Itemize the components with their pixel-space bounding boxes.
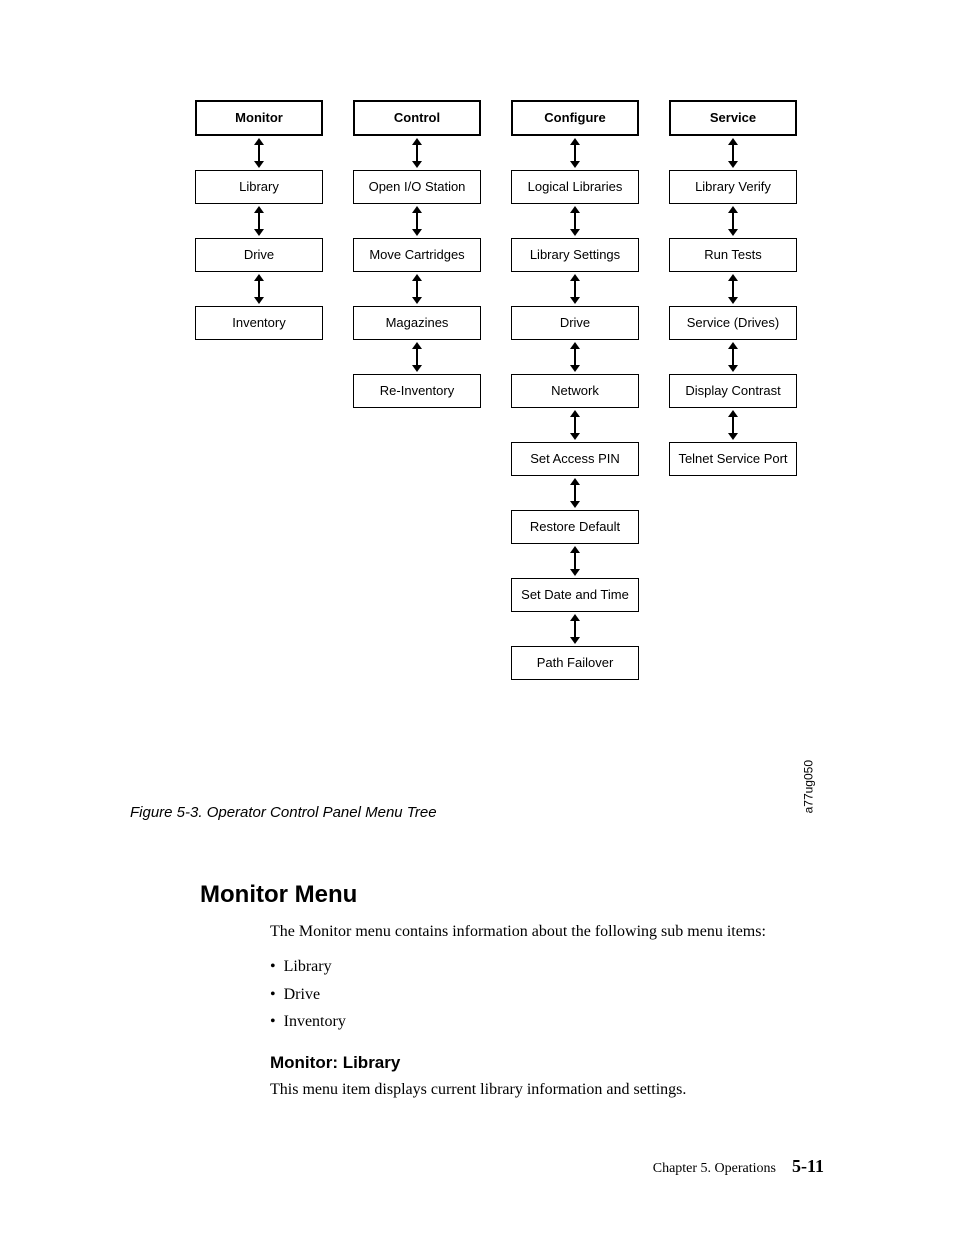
menu-header-box: Configure [511,100,639,136]
bullet-text: Drive [284,986,320,1003]
menu-item-box: Drive [511,306,639,340]
menu-header-box: Service [669,100,797,136]
bullet-dot-icon: • [270,958,276,975]
bullet-item: • Drive [270,981,804,1008]
menu-item-box: Open I/O Station [353,170,481,204]
subsection-paragraph: This menu item displays current library … [270,1079,804,1101]
menu-header-box: Control [353,100,481,136]
section-heading: Monitor Menu [200,881,804,909]
menu-column: Monitor Library Drive Inventory [195,100,323,340]
connector-double-arrow [728,138,738,168]
page-footer: Chapter 5. Operations 5-11 [653,1156,824,1177]
connector-double-arrow [570,614,580,644]
footer-page-number: 5-11 [792,1156,824,1177]
menu-column: Configure Logical Libraries Library Settin… [511,100,639,680]
menu-item-box: Display Contrast [669,374,797,408]
menu-item-box: Set Access PIN [511,442,639,476]
menu-item-box: Logical Libraries [511,170,639,204]
bullet-item: • Inventory [270,1008,804,1035]
menu-item-box: Re-Inventory [353,374,481,408]
menu-item-box: Path Failover [511,646,639,680]
connector-double-arrow [570,274,580,304]
intro-paragraph: The Monitor menu contains information ab… [270,921,804,943]
connector-double-arrow [728,274,738,304]
bullet-dot-icon: • [270,986,276,1003]
menu-item-box: Service (Drives) [669,306,797,340]
menu-column: Service Library Verify Run Tests Service (D… [669,100,797,476]
connector-double-arrow [570,342,580,372]
menu-item-box: Restore Default [511,510,639,544]
menu-column: Control Open I/O Station Move Cartridges Ma… [353,100,481,408]
connector-double-arrow [570,478,580,508]
menu-item-box: Library [195,170,323,204]
connector-double-arrow [570,138,580,168]
menu-item-box: Magazines [353,306,481,340]
menu-item-box: Library Settings [511,238,639,272]
figure-reference-code: a77ug050 [801,760,815,813]
menu-item-box: Library Verify [669,170,797,204]
connector-double-arrow [728,342,738,372]
bullet-text: Library [284,958,332,975]
connector-double-arrow [254,274,264,304]
bullet-text: Inventory [284,1013,346,1030]
connector-double-arrow [570,410,580,440]
bullet-dot-icon: • [270,1013,276,1030]
menu-item-box: Drive [195,238,323,272]
connector-double-arrow [728,410,738,440]
connector-double-arrow [412,206,422,236]
menu-tree-diagram: Monitor Library Drive Inventory Control Open … [195,100,815,780]
connector-double-arrow [254,206,264,236]
subsection-heading: Monitor: Library [270,1053,804,1073]
menu-item-box: Telnet Service Port [669,442,797,476]
connector-double-arrow [570,206,580,236]
connector-double-arrow [412,138,422,168]
menu-header-box: Monitor [195,100,323,136]
connector-double-arrow [728,206,738,236]
menu-item-box: Set Date and Time [511,578,639,612]
menu-item-box: Move Cartridges [353,238,481,272]
figure-caption: Figure 5-3. Operator Control Panel Menu … [130,804,824,821]
connector-double-arrow [412,342,422,372]
bullet-list: • Library • Drive • Inventory [270,953,804,1035]
bullet-item: • Library [270,953,804,980]
connector-double-arrow [412,274,422,304]
menu-item-box: Run Tests [669,238,797,272]
menu-item-box: Network [511,374,639,408]
connector-double-arrow [254,138,264,168]
connector-double-arrow [570,546,580,576]
footer-chapter: Chapter 5. Operations [653,1161,776,1177]
menu-item-box: Inventory [195,306,323,340]
